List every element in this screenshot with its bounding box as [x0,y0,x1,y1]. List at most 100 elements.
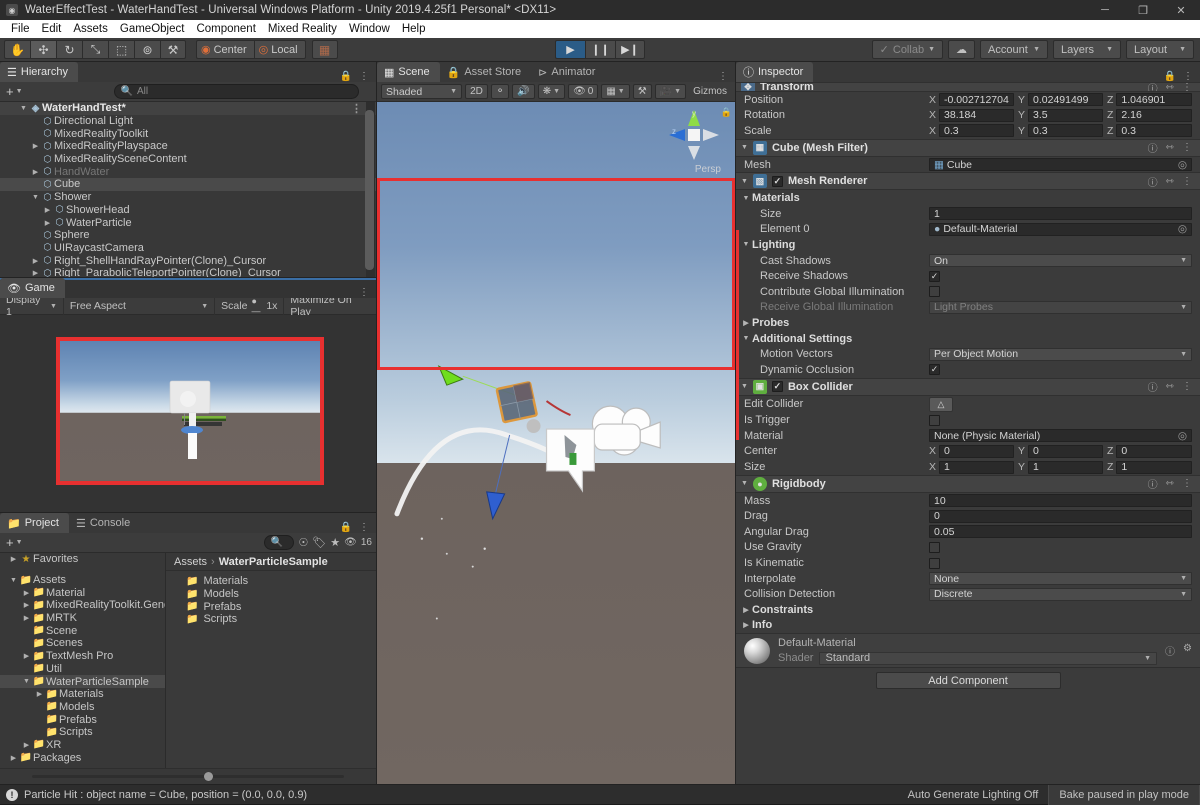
expand-triangle-icon[interactable]: ▶ [42,206,53,214]
step-button[interactable]: ▶❙ [615,40,645,59]
tab-console[interactable]: ☰ Console [69,513,140,533]
gear-icon[interactable]: ⚙ [1183,643,1192,658]
kebab-menu-icon[interactable]: ⋮ [1182,142,1192,153]
object-picker-icon[interactable]: ◎ [1178,159,1187,171]
status-message[interactable]: Particle Hit : object name = Cube, posit… [24,789,307,801]
use-gravity-checkbox[interactable] [929,541,940,553]
hierarchy-item-right-shellhandraypointer-clone-cursor[interactable]: ▶ ⬡ Right_ShellHandRayPointer(Clone)_Curso… [0,254,376,267]
preset-icon[interactable]: ⇿ [1166,381,1174,392]
move-tool-icon[interactable]: ✣ [30,40,56,59]
scene-orientation-gizmo[interactable]: y z [667,108,721,162]
object-picker-icon[interactable]: ◎ [1178,223,1187,235]
additional-settings-section[interactable]: ▼ Additional Settings [736,331,1200,347]
asset-list[interactable]: 📁 Materials 📁 Models 📁 Prefabs 📁 Scripts [166,571,376,768]
collision-detection-dropdown[interactable]: Discrete ▼ [929,587,1192,601]
project-zoom-knob[interactable] [203,772,213,781]
aspect-selector[interactable]: Free Aspect ▼ [64,297,216,315]
expand-triangle-icon[interactable]: ▶ [30,168,41,176]
rotation-x-value[interactable]: 38.184 [939,108,1014,122]
is-kinematic-checkbox[interactable] [929,557,940,569]
menu-item-mixed-reality[interactable]: Mixed Reality [262,20,343,38]
dynamic-occlusion-checkbox[interactable]: ✓ [929,364,940,376]
position-z[interactable]: Z 1.046901 [1107,93,1192,107]
box-collider-enabled-checkbox[interactable]: ✓ [771,381,783,392]
hierarchy-scrollbar[interactable] [365,102,375,277]
asset-item-models[interactable]: 📁 Models [166,588,376,601]
scale-z-value[interactable]: 0.3 [1116,124,1192,138]
scale-y[interactable]: Y 0.3 [1018,124,1103,138]
collider-center-z-value[interactable]: 0 [1116,444,1192,458]
motion-vectors-dropdown[interactable]: Per Object Motion ▼ [929,347,1192,361]
scene-fx-dropdown[interactable]: ❋ ▼ [537,84,566,99]
preset-icon[interactable]: ⇿ [1166,142,1174,153]
scene-tools-button[interactable]: ⚒ [632,84,652,99]
menu-item-help[interactable]: Help [396,20,432,38]
hierarchy-item-waterparticle[interactable]: ▶ ⬡ WaterParticle [0,216,376,229]
kebab-menu-icon[interactable]: ⋮ [359,71,369,82]
close-button[interactable]: ✕ [1162,0,1200,20]
custom-tool-icon[interactable]: ⚒ [160,40,186,59]
help-icon[interactable]: ⓘ [1148,379,1158,394]
play-button[interactable]: ▶ [555,40,585,59]
collider-size-x-value[interactable]: 1 [939,460,1014,474]
kebab-menu-icon[interactable]: ⋮ [1182,176,1192,187]
project-folder-tree[interactable]: ▶ ★ Favorites ▼ 📁 Assets ▶ 📁 Material ▶ 📁 MixedReal… [0,553,166,768]
add-component-button[interactable]: Add Component [875,672,1061,690]
menu-item-component[interactable]: Component [190,20,261,38]
constraints-section[interactable]: ▶ Constraints [736,602,1200,618]
scene-visibility-toggle[interactable]: 👁 0 [568,84,599,99]
scene-audio-toggle[interactable]: 🔊 [512,84,535,99]
collider-center-z[interactable]: Z0 [1107,444,1192,458]
rotation-x[interactable]: X 38.184 [929,108,1014,122]
tab-asset-store[interactable]: 🔒 Asset Store [440,62,532,82]
expand-triangle-icon[interactable]: ▶ [21,601,32,609]
tab-scene[interactable]: ▦ Scene [377,62,440,82]
help-icon[interactable]: ⓘ [1148,174,1158,189]
project-folder-mixedrealitytoolkit-genera[interactable]: ▶📁MixedRealityToolkit.Genera [0,599,165,612]
rect-tool-icon[interactable]: ⬚ [108,40,134,59]
edit-collider-button[interactable]: △ [929,396,953,412]
object-picker-icon[interactable]: ◎ [1178,430,1187,442]
search-by-type-icon[interactable]: ☉ [298,536,308,549]
project-folder-waterparticlesample[interactable]: ▼ 📁 WaterParticleSample [0,675,165,688]
expand-triangle-icon[interactable]: ▶ [34,690,45,698]
project-zoom-slider[interactable] [31,772,345,781]
draw-mode-dropdown[interactable]: Shaded ▼ [381,84,463,99]
kebab-menu-icon[interactable]: ⋮ [359,287,369,298]
project-create-button[interactable]: + ▼ [4,535,25,550]
is-trigger-checkbox[interactable] [929,414,940,426]
asset-item-materials[interactable]: 📁 Materials [166,575,376,588]
shader-dropdown[interactable]: Standard ▼ [819,651,1158,665]
hierarchy-scroll-thumb[interactable] [365,110,374,270]
collider-center-x[interactable]: X0 [929,444,1014,458]
expand-triangle-icon[interactable]: ▶ [8,555,19,563]
collapse-triangle-icon[interactable]: ▼ [18,105,29,112]
project-folder-scene[interactable]: 📁 Scene [0,624,165,637]
menu-item-window[interactable]: Window [343,20,396,38]
tab-project[interactable]: 📁 Project [0,513,69,533]
position-y-value[interactable]: 0.02491499 [1028,93,1103,107]
rigidbody-component-header[interactable]: ▼ ● Rigidbody ⓘ ⇿ ⋮ [736,474,1200,493]
scale-tool-icon[interactable]: ⤡ [82,40,108,59]
project-folder-textmesh-pro[interactable]: ▶ 📁 TextMesh Pro [0,650,165,663]
help-icon[interactable]: ⓘ [1148,83,1158,92]
collapse-triangle-icon[interactable]: ▼ [30,194,41,201]
drag-field[interactable]: 0 [929,509,1192,523]
search-by-label-icon[interactable]: 🏷 [312,536,326,549]
preset-icon[interactable]: ⇿ [1166,83,1174,91]
favorite-star-icon[interactable]: ★ [330,536,340,549]
collapse-triangle-icon[interactable]: ▼ [741,383,748,390]
project-folder-prefabs[interactable]: 📁 Prefabs [0,713,165,726]
info-section[interactable]: ▶ Info [736,618,1200,634]
hierarchy-item-mixedrealityplayspace[interactable]: ▶ ⬡ MixedRealityPlayspace [0,140,376,153]
kebab-menu-icon[interactable]: ⋮ [359,522,369,533]
project-folder-assets[interactable]: ▼ 📁 Assets [0,574,165,587]
help-icon[interactable]: ⓘ [1165,643,1175,658]
collapse-triangle-icon[interactable]: ▼ [21,678,32,685]
expand-triangle-icon[interactable]: ▶ [21,652,32,660]
rotation-z[interactable]: Z 2.16 [1107,108,1192,122]
layers-button[interactable]: Layers ▼ [1053,40,1121,59]
rotation-y[interactable]: Y 3.5 [1018,108,1103,122]
minimize-button[interactable]: ─ [1086,0,1124,20]
collider-center-y-value[interactable]: 0 [1028,444,1103,458]
